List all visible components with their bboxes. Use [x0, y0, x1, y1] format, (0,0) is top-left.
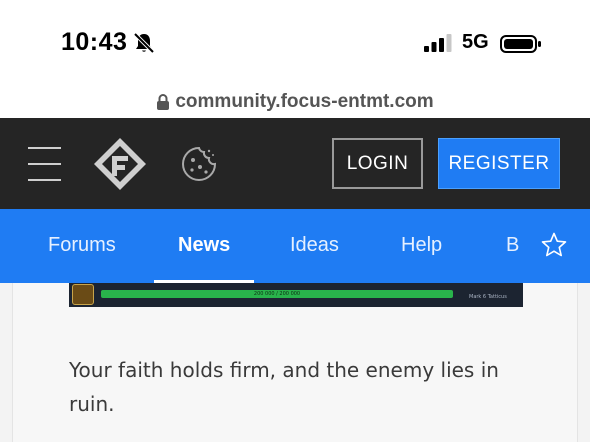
status-bar: 10:43 5G: [0, 0, 590, 88]
star-outline-icon[interactable]: [541, 232, 567, 258]
address-bar[interactable]: community.focus-entmt.com: [0, 86, 590, 118]
banner-tag: Mark 6 Tatticus: [469, 294, 507, 300]
login-button[interactable]: LOGIN: [332, 138, 423, 189]
signal-icon: [424, 34, 452, 52]
menu-icon[interactable]: [28, 145, 61, 183]
status-time: 10:43: [61, 28, 128, 56]
health-bar: 200 000 / 200 000: [101, 290, 453, 298]
site-header: LOGIN REGISTER: [0, 118, 590, 209]
tab-forums[interactable]: Forums: [48, 234, 116, 257]
emblem-icon: [72, 284, 94, 305]
site-logo[interactable]: [92, 136, 148, 192]
tab-help[interactable]: Help: [401, 234, 442, 257]
register-button[interactable]: REGISTER: [438, 138, 560, 189]
post-paragraph: Your faith holds firm, and the enemy lie…: [69, 358, 499, 416]
post-card: 200 000 / 200 000 Mark 6 Tatticus Your f…: [12, 283, 578, 442]
bell-slash-icon: [133, 32, 155, 54]
game-banner-image: 200 000 / 200 000 Mark 6 Tatticus: [69, 283, 523, 307]
tab-ideas[interactable]: Ideas: [290, 234, 339, 257]
content-area: 200 000 / 200 000 Mark 6 Tatticus Your f…: [0, 283, 590, 442]
tab-news[interactable]: News: [178, 234, 230, 257]
main-nav: Forums News Ideas Help B: [0, 209, 590, 283]
url-text: community.focus-entmt.com: [175, 91, 434, 112]
battery-icon: [500, 35, 541, 53]
health-bar-label: 200 000 / 200 000: [253, 291, 301, 297]
tab-truncated[interactable]: B: [506, 234, 519, 257]
cookie-icon[interactable]: [180, 145, 218, 183]
network-type: 5G: [462, 31, 489, 53]
lock-icon: [157, 93, 170, 110]
